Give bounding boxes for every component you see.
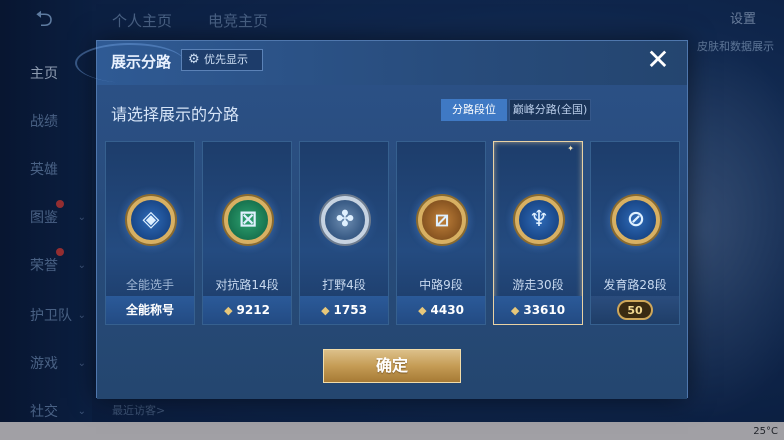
select-lane-prompt: 请选择展示的分路 bbox=[111, 105, 240, 124]
tab-peak-lane-national[interactable]: 巅峰分路(全国) bbox=[509, 99, 591, 121]
points-diamond-icon: ◆ bbox=[510, 304, 520, 317]
lane-card-mid[interactable]: ⧄ 中路9段 ◆ 4430 bbox=[396, 141, 486, 325]
lane-card-footer: ◆ 4430 bbox=[397, 296, 485, 324]
farm-lane-emblem-icon: ⊘ bbox=[612, 196, 660, 244]
jungle-emblem-icon: ✤ bbox=[321, 196, 369, 244]
lane-card-allround[interactable]: ◈ 全能选手 全能称号 bbox=[105, 141, 195, 325]
lane-card-footer: ◆ 1753 bbox=[300, 296, 388, 324]
lane-card-name: 游走30段 bbox=[512, 278, 564, 292]
lane-card-farm[interactable]: ⊘ 发育路28段 50 bbox=[590, 141, 680, 325]
priority-display-label: 优先显示 bbox=[204, 53, 248, 66]
lane-card-name: 对抗路14段 bbox=[215, 278, 279, 292]
mid-lane-emblem-icon: ⧄ bbox=[418, 196, 466, 244]
lane-card-footer: ◆ 9212 bbox=[203, 296, 291, 324]
confirm-button[interactable]: 确定 bbox=[323, 349, 461, 383]
lane-card-points: 4430 bbox=[430, 303, 464, 317]
roam-emblem-icon: ♆ bbox=[515, 196, 563, 244]
lane-card-roam[interactable]: ✦ ♆ 游走30段 ◆ 33610 bbox=[493, 141, 583, 325]
lane-card-name: 全能选手 bbox=[125, 278, 174, 292]
lane-card-points: 33610 bbox=[523, 303, 566, 317]
dialog-header: 展示分路 ⚙ 优先显示 ✕ bbox=[75, 41, 687, 85]
lane-card-jungle[interactable]: ✤ 打野4段 ◆ 1753 bbox=[299, 141, 389, 325]
lane-card-footer: ◆ 33610 bbox=[494, 296, 582, 324]
display-lane-dialog: 展示分路 ⚙ 优先显示 ✕ 请选择展示的分路 分路段位 巅峰分路(全国) ◈ 全… bbox=[75, 40, 688, 399]
gear-icon: ⚙ bbox=[188, 52, 200, 67]
lane-card-footer: 全能称号 bbox=[106, 296, 194, 324]
points-diamond-icon: ◆ bbox=[224, 304, 233, 317]
lane-card-name: 打野4段 bbox=[322, 278, 366, 292]
lane-card-clash[interactable]: ⊠ 对抗路14段 ◆ 9212 bbox=[202, 141, 292, 325]
lane-card-name: 发育路28段 bbox=[603, 278, 667, 292]
close-icon[interactable]: ✕ bbox=[643, 45, 673, 75]
clash-lane-emblem-icon: ⊠ bbox=[224, 196, 272, 244]
lane-card-footer: 50 bbox=[591, 296, 679, 324]
dialog-body: 请选择展示的分路 分路段位 巅峰分路(全国) ◈ 全能选手 全能称号 ⊠ 对抗路… bbox=[97, 85, 687, 399]
dialog-title: 展示分路 bbox=[111, 53, 172, 71]
tab-lane-rank[interactable]: 分路段位 bbox=[441, 99, 507, 121]
lane-card-name: 中路9段 bbox=[419, 278, 463, 292]
selected-sparkle-icon: ✦ bbox=[567, 144, 574, 153]
points-diamond-icon: ◆ bbox=[418, 304, 427, 317]
points-diamond-icon: ◆ bbox=[321, 304, 330, 317]
priority-display-button[interactable]: ⚙ 优先显示 bbox=[181, 49, 263, 71]
lane-card-title: 全能称号 bbox=[125, 303, 174, 317]
allround-emblem-icon: ◈ bbox=[127, 196, 175, 244]
lane-card-points: 9212 bbox=[236, 303, 270, 317]
level-badge: 50 bbox=[617, 300, 653, 320]
lane-card-points: 1753 bbox=[333, 303, 367, 317]
